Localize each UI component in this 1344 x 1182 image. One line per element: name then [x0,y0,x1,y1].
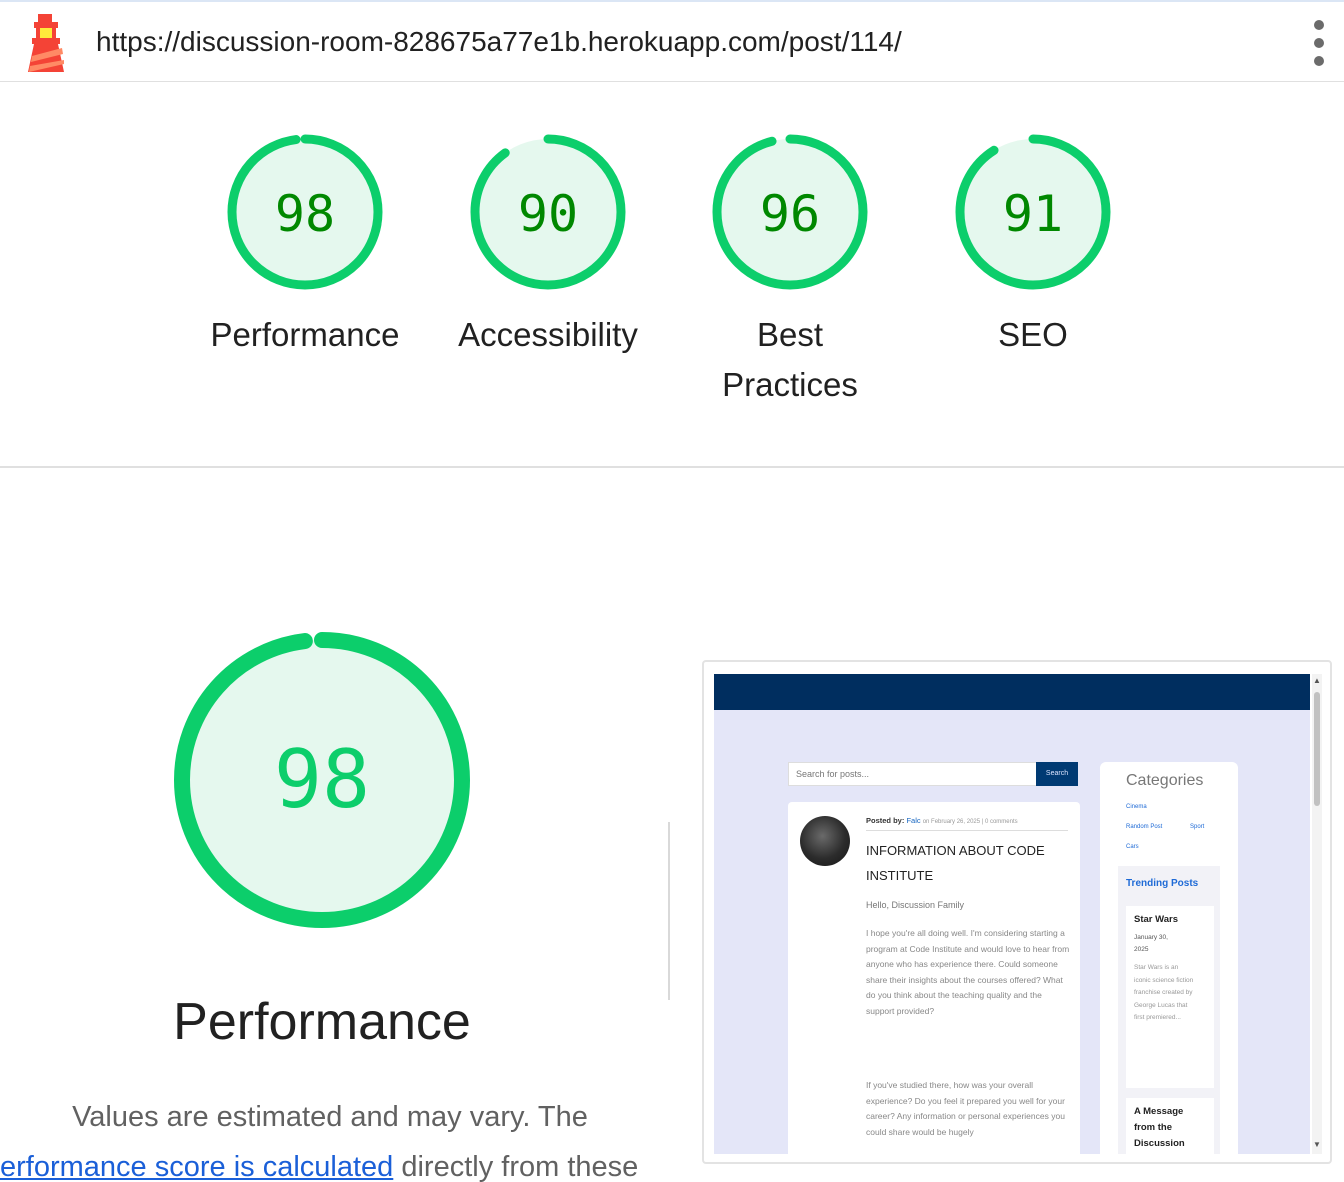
posted-by-label: Posted by: [866,816,905,825]
post-author: Falc [906,816,921,825]
post-date: on February 26, 2025 | 0 comments [922,819,1018,825]
score-value: 96 [760,185,820,243]
performance-score-value: 98 [274,733,370,826]
description-rest: directly from these [393,1151,639,1182]
category-link: Cinema [1126,804,1147,810]
category-link: Sport [1190,824,1205,830]
search-input: Search for posts... [788,762,1038,786]
score-value: 90 [518,185,578,243]
screenshot-image: Search for posts... Search Posted by: Fa… [714,674,1310,1154]
search-button: Search [1036,762,1078,786]
post-greeting: Hello, Discussion Family [866,900,965,910]
screenshot-scrollbar[interactable]: ▲ ▼ [1312,674,1322,1154]
trending-item-title: Star Wars [1134,914,1178,925]
gauge-seo[interactable]: 91 SEO [913,130,1153,360]
performance-score-gauge: 98 [174,632,470,928]
score-calculator-link[interactable]: erformance score is calculated [0,1151,393,1182]
avatar [800,816,850,866]
gauge-best-practices[interactable]: 96 Best Practices [670,130,910,410]
post-card: Posted by: Falc on February 26, 2025 | 0… [788,802,1080,1154]
trending-item: A Message from the Discussion [1126,1098,1214,1154]
gauge-accessibility[interactable]: 90 Accessibility [428,130,668,360]
category-link: Random Post [1126,824,1163,830]
gauge-label: SEO [998,316,1068,353]
trending-title: Trending Posts [1126,878,1199,889]
post-meta: Posted by: Falc on February 26, 2025 | 0… [866,816,1018,825]
performance-description-line2: erformance score is calculated directly … [0,1142,700,1182]
address-bar: https://discussion-room-828675a77e1b.her… [0,0,1344,82]
scroll-up-icon[interactable]: ▲ [1313,676,1321,685]
trending-item-title: A Message from the Discussion [1134,1106,1185,1149]
gauge-label: Best Practices [670,310,910,410]
gauge-label-line2: Practices [722,366,858,403]
performance-title: Performance [173,993,471,1051]
url-text[interactable]: https://discussion-room-828675a77e1b.her… [96,26,902,58]
score-value: 98 [275,185,335,243]
scrollbar-thumb[interactable] [1314,692,1320,806]
post-body: I hope you're all doing well. I'm consid… [866,928,1070,1016]
lighthouse-icon [28,14,64,72]
more-vertical-icon[interactable] [1306,20,1332,66]
trending-item-body: Star Wars is an iconic science fiction f… [1134,964,1194,1022]
score-gauge: 91 [955,134,1111,290]
trending-item-date: January 30, 2025 [1134,934,1168,953]
gauge-label-line1: Best [756,316,824,353]
categories-title: Categories [1126,772,1204,789]
vertical-separator [668,822,670,1000]
score-gauge: 98 [227,134,383,290]
category-link: Cars [1126,844,1139,850]
sidebar: Categories Cinema Random Post Sport Cars… [1100,762,1238,1154]
scroll-down-icon[interactable]: ▼ [1313,1140,1321,1149]
post-title: INFORMATION ABOUT CODE INSTITUTE [866,843,1045,883]
post-divider [866,830,1068,831]
trending-item: Star Wars January 30, 2025 Star Wars is … [1126,906,1214,1088]
score-gauge: 96 [712,134,868,290]
site-navbar [714,674,1310,710]
gauge-label: Accessibility [458,316,638,353]
performance-description: Values are estimated and may vary. The [72,1101,588,1133]
score-gauge: 90 [470,134,626,290]
post-body-2: If you've studied there, how was your ov… [866,1080,1065,1137]
score-value: 91 [1003,185,1063,243]
trending-posts: Trending Posts Star Wars January 30, 202… [1118,866,1220,1154]
gauge-label: Performance [210,316,400,353]
gauge-performance[interactable]: 98 Performance [185,130,425,360]
final-screenshot: Search for posts... Search Posted by: Fa… [702,660,1332,1164]
section-divider [0,466,1344,468]
